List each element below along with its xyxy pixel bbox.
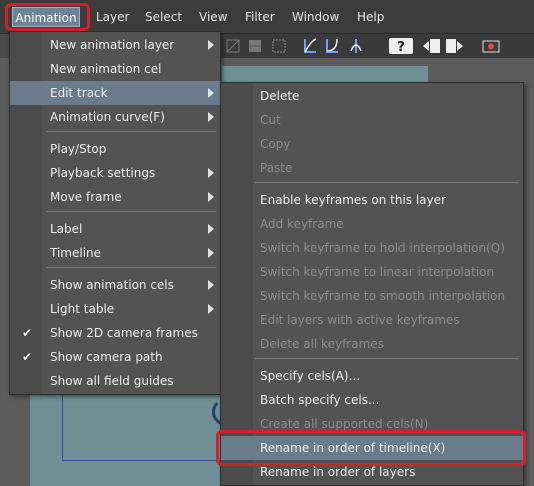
menu-item-label: Delete (260, 89, 300, 103)
menu-item-new-animation-layer[interactable]: New animation layer (10, 33, 220, 57)
toolbar: ? (218, 34, 534, 58)
menu-select[interactable]: Select (145, 7, 182, 27)
curve-tool-3-icon[interactable] (348, 37, 364, 55)
menu-item-label: Switch keyframe to smooth interpolation (260, 289, 506, 303)
menu-item-label: Label (50, 222, 83, 236)
animation-menu: New animation layer New animation cel Edit… (9, 31, 221, 395)
checkmark-icon: ✔ (22, 350, 33, 364)
edit-track-submenu: Delete Cut Copy Paste Enable keyframes on th… (220, 82, 524, 486)
menu-item-label: Add keyframe (260, 217, 344, 231)
menu-item-label: Switch keyframe to linear interpolation (260, 265, 495, 279)
submenu-item-switch-keyframe-to-hold-interpolation-q: Switch keyframe to hold interpolation(Q) (221, 236, 523, 260)
menu-item-show-all-field-guides[interactable]: Show all field guides (10, 369, 220, 393)
menu-item-playback-settings[interactable]: Playback settings (10, 161, 220, 185)
import-icon[interactable] (422, 37, 442, 55)
menu-item-label: Specify cels(A)... (260, 369, 361, 383)
submenu-item-paste: Paste (221, 156, 523, 180)
submenu-item-switch-keyframe-to-smooth-interpolation: Switch keyframe to smooth interpolation (221, 284, 523, 308)
highlight-outline-animation-menu (5, 3, 90, 31)
submenu-item-switch-keyframe-to-linear-interpolation: Switch keyframe to linear interpolation (221, 260, 523, 284)
menu-item-label: Cut (260, 113, 281, 127)
submenu-item-delete-all-keyframes: Delete all keyframes (221, 332, 523, 356)
menu-layer[interactable]: Layer (96, 7, 129, 27)
menu-separator (255, 358, 519, 359)
menu-item-label: Show camera path (50, 350, 163, 364)
menu-item-label: New animation layer (50, 38, 175, 52)
rotate-canvas-icon[interactable] (226, 37, 240, 55)
menu-item-label: Play/Stop (50, 142, 107, 156)
menu-view[interactable]: View (199, 7, 227, 27)
menu-help[interactable]: Help (357, 7, 384, 27)
menu-item-label: Timeline (50, 246, 102, 260)
svg-text:?: ? (397, 40, 405, 55)
menu-item-label: Edit track (50, 86, 108, 100)
submenu-item-add-keyframe: Add keyframe (221, 212, 523, 236)
menu-separator (46, 267, 216, 268)
checkmark-icon: ✔ (22, 326, 33, 340)
menu-item-show-animation-cels[interactable]: Show animation cels (10, 273, 220, 297)
submenu-item-cut: Cut (221, 108, 523, 132)
menu-item-label: Light table (50, 302, 115, 316)
submenu-item-copy: Copy (221, 132, 523, 156)
menu-item-move-frame[interactable]: Move frame (10, 185, 220, 209)
menu-separator (46, 131, 216, 132)
submenu-arrow-icon (208, 40, 214, 50)
menu-item-show-camera-path[interactable]: ✔ Show camera path (10, 345, 220, 369)
submenu-arrow-icon (208, 168, 214, 178)
submenu-item-edit-layers-with-active-keyframes: Edit layers with active keyframes (221, 308, 523, 332)
menu-item-label[interactable]: Label (10, 217, 220, 241)
menu-separator (46, 211, 216, 212)
menu-item-label: Copy (260, 137, 291, 151)
menu-item-label: Enable keyframes on this layer (260, 193, 446, 207)
menu-item-label: Paste (260, 161, 293, 175)
menu-item-label: Switch keyframe to hold interpolation(Q) (260, 241, 505, 255)
menu-filter[interactable]: Filter (245, 7, 275, 27)
submenu-arrow-icon (208, 192, 214, 202)
submenu-arrow-icon (208, 112, 214, 122)
canvas-teal-bottom (30, 394, 240, 486)
menu-item-new-animation-cel[interactable]: New animation cel (10, 57, 220, 81)
submenu-arrow-icon (208, 88, 214, 98)
menu-item-timeline[interactable]: Timeline (10, 241, 220, 265)
curve-tool-2-icon[interactable] (324, 37, 340, 55)
submenu-item-specify-cels-a[interactable]: Specify cels(A)... (221, 364, 523, 388)
curve-tool-1-icon[interactable] (302, 37, 318, 55)
menu-item-label: Show all field guides (50, 374, 174, 388)
menu-item-label: Delete all keyframes (260, 337, 384, 351)
submenu-arrow-icon (208, 280, 214, 290)
highlight-outline-rename-timeline (216, 430, 526, 466)
menu-item-label: New animation cel (50, 62, 162, 76)
grid-icon[interactable] (248, 37, 262, 55)
menu-item-animation-curve-f[interactable]: Animation curve(F) (10, 105, 220, 129)
export-icon[interactable] (444, 37, 464, 55)
menu-item-label: Show 2D camera frames (50, 326, 198, 340)
submenu-arrow-icon (208, 224, 214, 234)
submenu-item-enable-keyframes-on-this-layer[interactable]: Enable keyframes on this layer (221, 188, 523, 212)
camera-frame (62, 394, 231, 461)
help-icon[interactable]: ? (388, 37, 414, 55)
menu-item-label: Animation curve(F) (50, 110, 165, 124)
menu-item-label: Playback settings (50, 166, 156, 180)
menu-item-edit-track[interactable]: Edit track (10, 81, 220, 105)
submenu-item-delete[interactable]: Delete (221, 84, 523, 108)
menu-item-label: Show animation cels (50, 278, 174, 292)
submenu-arrow-icon (208, 248, 214, 258)
record-icon[interactable] (482, 37, 500, 55)
menu-item-label: Move frame (50, 190, 122, 204)
menu-item-light-table[interactable]: Light table (10, 297, 220, 321)
submenu-item-batch-specify-cels[interactable]: Batch specify cels... (221, 388, 523, 412)
menu-separator (255, 182, 519, 183)
menu-item-show-2d-camera-frames[interactable]: ✔ Show 2D camera frames (10, 321, 220, 345)
submenu-arrow-icon (208, 304, 214, 314)
menu-item-play-stop[interactable]: Play/Stop (10, 137, 220, 161)
menu-item-label: Batch specify cels... (260, 393, 380, 407)
menu-window[interactable]: Window (292, 7, 339, 27)
frame-icon[interactable] (272, 37, 286, 55)
menu-item-label: Edit layers with active keyframes (260, 313, 460, 327)
